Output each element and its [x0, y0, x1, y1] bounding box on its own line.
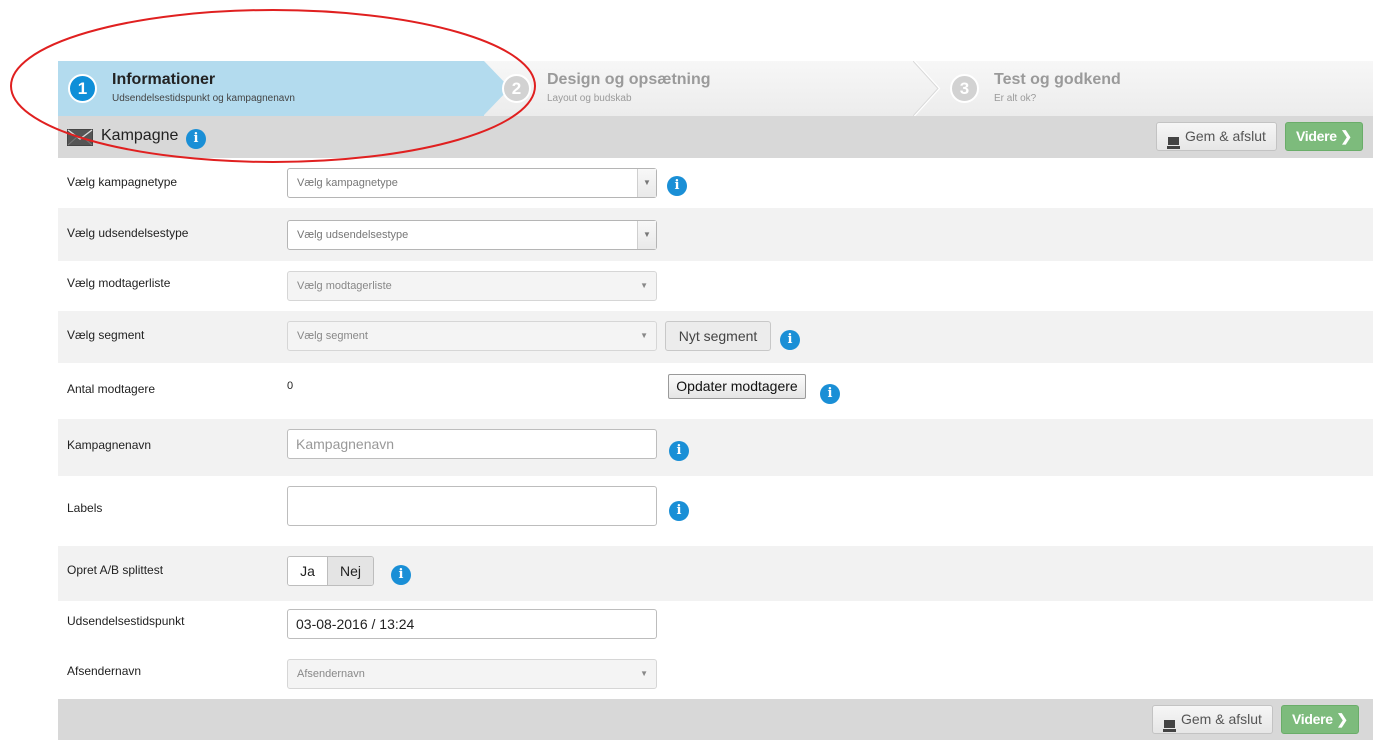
send-time-label: Udsendelsestidspunkt	[67, 614, 185, 628]
row-send-time: Udsendelsestidspunkt 03-08-2016 / 13:24	[58, 601, 1373, 649]
chevron-right-icon: ❯	[1340, 128, 1352, 144]
wizard-steps: 1 Informationer Udsendelsestidspunkt og …	[58, 61, 1373, 116]
info-icon[interactable]: i	[780, 330, 800, 350]
dropdown-arrow-icon: ▼	[637, 169, 656, 197]
info-icon[interactable]: i	[667, 176, 687, 196]
info-icon[interactable]: i	[186, 129, 206, 149]
save-and-exit-button[interactable]: Gem & afslut	[1152, 705, 1273, 734]
segment-label: Vælg segment	[67, 328, 145, 342]
step-3-title[interactable]: Test og godkend	[994, 71, 1121, 89]
row-campaign-type: Vælg kampagnetype Vælg kampagnetype ▼ i	[58, 158, 1373, 208]
row-labels: Labels i	[58, 476, 1373, 546]
ab-test-toggle[interactable]: Ja Nej	[287, 556, 374, 586]
step-2-subtitle: Layout og budskab	[547, 93, 632, 104]
save-label: Gem & afslut	[1185, 128, 1266, 144]
send-type-placeholder: Vælg udsendelsestype	[297, 229, 409, 241]
row-segment: Vælg segment Vælg segment ▼ Nyt segment …	[58, 311, 1373, 363]
labels-label: Labels	[67, 501, 103, 515]
segment-select[interactable]: Vælg segment ▼	[287, 321, 657, 351]
envelope-icon	[67, 129, 93, 151]
step-3-subtitle: Er alt ok?	[994, 93, 1037, 104]
dropdown-arrow-icon: ▼	[640, 281, 648, 290]
ab-test-no-option[interactable]: Nej	[328, 557, 373, 585]
campaign-type-select[interactable]: Vælg kampagnetype ▼	[287, 168, 657, 198]
row-recipient-count: Antal modtagere 0 Opdater modtagere i	[58, 363, 1373, 419]
row-campaign-name: Kampagnenavn Kampagnenavn i	[58, 419, 1373, 476]
campaign-type-placeholder: Vælg kampagnetype	[297, 177, 398, 189]
save-icon	[1167, 131, 1180, 158]
step-1-number[interactable]: 1	[68, 74, 97, 103]
save-label: Gem & afslut	[1181, 711, 1262, 727]
send-type-select[interactable]: Vælg udsendelsestype ▼	[287, 220, 657, 250]
new-segment-button[interactable]: Nyt segment	[665, 321, 771, 351]
campaign-header: Kampagne i Gem & afslut Videre ❯	[58, 116, 1373, 158]
recipient-count-label: Antal modtagere	[67, 382, 156, 396]
ab-test-yes-option[interactable]: Ja	[288, 557, 328, 585]
next-button[interactable]: Videre ❯	[1285, 122, 1363, 151]
sender-name-label: Afsendernavn	[67, 664, 142, 678]
next-button[interactable]: Videre ❯	[1281, 705, 1359, 734]
dropdown-arrow-icon: ▼	[640, 331, 648, 340]
sender-name-placeholder: Afsendernavn	[297, 668, 365, 680]
dropdown-arrow-icon: ▼	[637, 221, 656, 249]
save-icon	[1163, 714, 1176, 740]
info-icon[interactable]: i	[391, 565, 411, 585]
send-type-label: Vælg udsendelsestype	[67, 226, 189, 240]
campaign-name-input[interactable]: Kampagnenavn	[287, 429, 657, 459]
labels-input[interactable]	[287, 486, 657, 526]
recipient-list-select[interactable]: Vælg modtagerliste ▼	[287, 271, 657, 301]
segment-placeholder: Vælg segment	[297, 330, 368, 342]
recipient-list-placeholder: Vælg modtagerliste	[297, 280, 392, 292]
send-time-input[interactable]: 03-08-2016 / 13:24	[287, 609, 657, 639]
row-send-type: Vælg udsendelsestype Vælg udsendelsestyp…	[58, 208, 1373, 261]
row-ab-test: Opret A/B splittest Ja Nej i	[58, 546, 1373, 601]
next-label: Videre	[1292, 711, 1333, 727]
step-2-number[interactable]: 2	[502, 74, 531, 103]
form-footer: Gem & afslut Videre ❯	[58, 699, 1373, 740]
dropdown-arrow-icon: ▼	[640, 669, 648, 678]
step-separator	[913, 61, 941, 116]
recipient-list-label: Vælg modtagerliste	[67, 276, 171, 290]
info-icon[interactable]: i	[669, 441, 689, 461]
page-title: Kampagne	[101, 127, 179, 144]
next-label: Videre	[1296, 128, 1337, 144]
sender-name-select[interactable]: Afsendernavn ▼	[287, 659, 657, 689]
ab-test-label: Opret A/B splittest	[67, 563, 164, 577]
row-sender-name: Afsendernavn Afsendernavn ▼	[58, 649, 1373, 699]
step-2-title[interactable]: Design og opsætning	[547, 71, 711, 89]
chevron-right-icon: ❯	[1336, 711, 1348, 727]
campaign-type-label: Vælg kampagnetype	[67, 175, 178, 189]
step-1-title[interactable]: Informationer	[112, 71, 215, 89]
recipient-count-value: 0	[287, 380, 294, 392]
info-icon[interactable]: i	[820, 384, 840, 404]
info-icon[interactable]: i	[669, 501, 689, 521]
row-recipient-list: Vælg modtagerliste Vælg modtagerliste ▼	[58, 261, 1373, 311]
save-and-exit-button[interactable]: Gem & afslut	[1156, 122, 1277, 151]
campaign-name-label: Kampagnenavn	[67, 438, 152, 452]
update-recipients-button[interactable]: Opdater modtagere	[668, 374, 806, 399]
step-3-number[interactable]: 3	[950, 74, 979, 103]
step-1-subtitle: Udsendelsestidspunkt og kampagnenavn	[112, 93, 295, 104]
